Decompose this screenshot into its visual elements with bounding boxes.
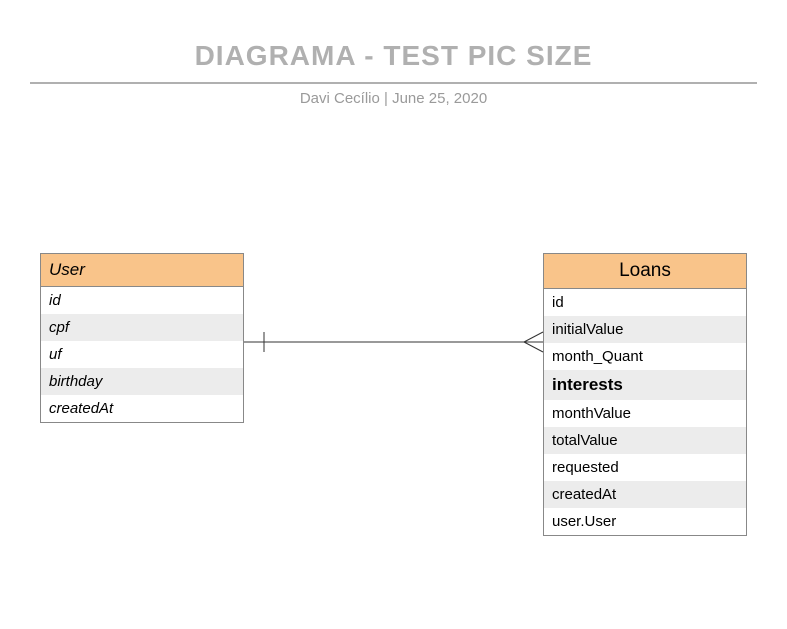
attr-row: initialValue <box>544 316 746 343</box>
header-divider <box>30 82 757 84</box>
entity-loans: Loans id initialValue month_Quant intere… <box>543 253 747 536</box>
attr-row: createdAt <box>544 481 746 508</box>
attr-row: createdAt <box>41 395 243 422</box>
author-name: Davi Cecílio <box>300 90 380 107</box>
attr-row: requested <box>544 454 746 481</box>
entity-user-header: User <box>41 254 243 287</box>
diagram-canvas: User id cpf uf birthday createdAt Loans … <box>0 107 787 607</box>
relationship-connector <box>244 322 544 362</box>
attr-row: birthday <box>41 368 243 395</box>
separator: | <box>380 90 392 107</box>
entity-user: User id cpf uf birthday createdAt <box>40 253 244 423</box>
page-subtitle: Davi Cecílio | June 25, 2020 <box>0 90 787 107</box>
attr-row: totalValue <box>544 427 746 454</box>
entity-loans-header: Loans <box>544 254 746 289</box>
attr-row: monthValue <box>544 400 746 427</box>
page-title: DIAGRAMA - TEST PIC SIZE <box>0 40 787 72</box>
attr-row: user.User <box>544 508 746 535</box>
attr-row: uf <box>41 341 243 368</box>
attr-row: interests <box>544 370 746 400</box>
attr-row: id <box>544 289 746 316</box>
attr-row: month_Quant <box>544 343 746 370</box>
attr-row: cpf <box>41 314 243 341</box>
diagram-date: June 25, 2020 <box>392 90 487 107</box>
attr-row: id <box>41 287 243 314</box>
